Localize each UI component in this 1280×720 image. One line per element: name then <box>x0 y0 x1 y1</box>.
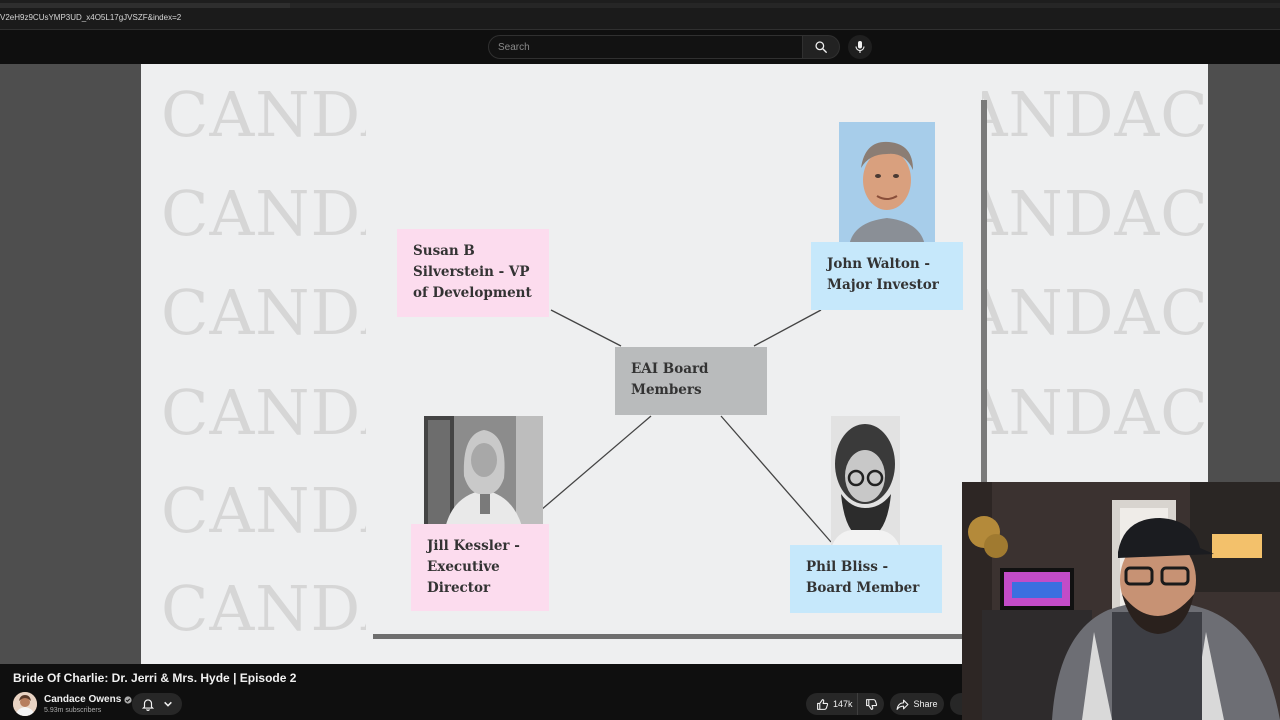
mic-icon <box>855 41 865 53</box>
voice-search-button[interactable] <box>848 35 872 59</box>
node-jill-kessler: Jill Kessler - Executive Director <box>411 524 549 611</box>
connector-phil <box>720 415 832 543</box>
video-title: Bride Of Charlie: Dr. Jerri & Mrs. Hyde … <box>13 671 297 685</box>
address-bar[interactable]: V2eH9z9CUsYMP3UD_x4O5L17gJVSZF&index=2 <box>0 8 1280 30</box>
youtube-masthead <box>0 30 1280 64</box>
share-button[interactable]: Share <box>890 693 944 715</box>
more-actions-button[interactable] <box>950 693 962 715</box>
search-input[interactable] <box>489 36 802 58</box>
dislike-button[interactable] <box>858 693 884 715</box>
channel-name[interactable]: Candace Owens <box>44 694 132 705</box>
bell-icon <box>141 699 155 711</box>
channel-name-text[interactable]: Candace Owens <box>44 694 121 705</box>
chevron-down-icon <box>164 701 172 707</box>
search-button[interactable] <box>802 35 840 59</box>
connector-susan <box>550 309 622 347</box>
thumbs-down-icon <box>865 698 877 710</box>
node-john-walton: John Walton - Major Investor <box>811 242 963 310</box>
like-button[interactable]: 147k <box>806 693 858 715</box>
node-phil-label: Phil Bliss - Board Member <box>806 559 920 596</box>
like-dislike-group: 147k <box>806 693 884 715</box>
subscriber-count: 5.93m subscribers <box>44 707 102 714</box>
photo-phil-bliss <box>831 416 900 548</box>
connector-jill <box>540 415 652 511</box>
like-count: 147k <box>833 699 853 709</box>
search-icon <box>815 41 827 53</box>
search-box[interactable] <box>488 35 803 59</box>
thumbs-up-icon <box>817 698 829 710</box>
node-eai-board-members: EAI Board Members <box>615 347 767 415</box>
browser-tab-strip <box>0 0 1280 8</box>
photo-jill-kessler <box>424 416 543 534</box>
node-phil-bliss: Phil Bliss - Board Member <box>790 545 942 613</box>
node-jill-label: Jill Kessler - Executive Director <box>427 538 520 596</box>
node-susan-silverstein: Susan B Silverstein - VP of Development <box>397 229 549 317</box>
photo-john-walton <box>839 122 935 246</box>
connector-john <box>753 309 822 347</box>
node-john-label: John Walton - Major Investor <box>827 256 939 293</box>
notifications-button[interactable] <box>132 693 182 715</box>
webcam-overlay <box>962 482 1280 720</box>
node-susan-label: Susan B Silverstein - VP of Development <box>413 243 532 301</box>
address-url[interactable]: V2eH9z9CUsYMP3UD_x4O5L17gJVSZF&index=2 <box>0 13 181 22</box>
share-label: Share <box>913 699 938 709</box>
share-icon <box>897 699 909 710</box>
node-center-label: EAI Board Members <box>631 361 709 398</box>
avatar[interactable] <box>13 692 37 716</box>
